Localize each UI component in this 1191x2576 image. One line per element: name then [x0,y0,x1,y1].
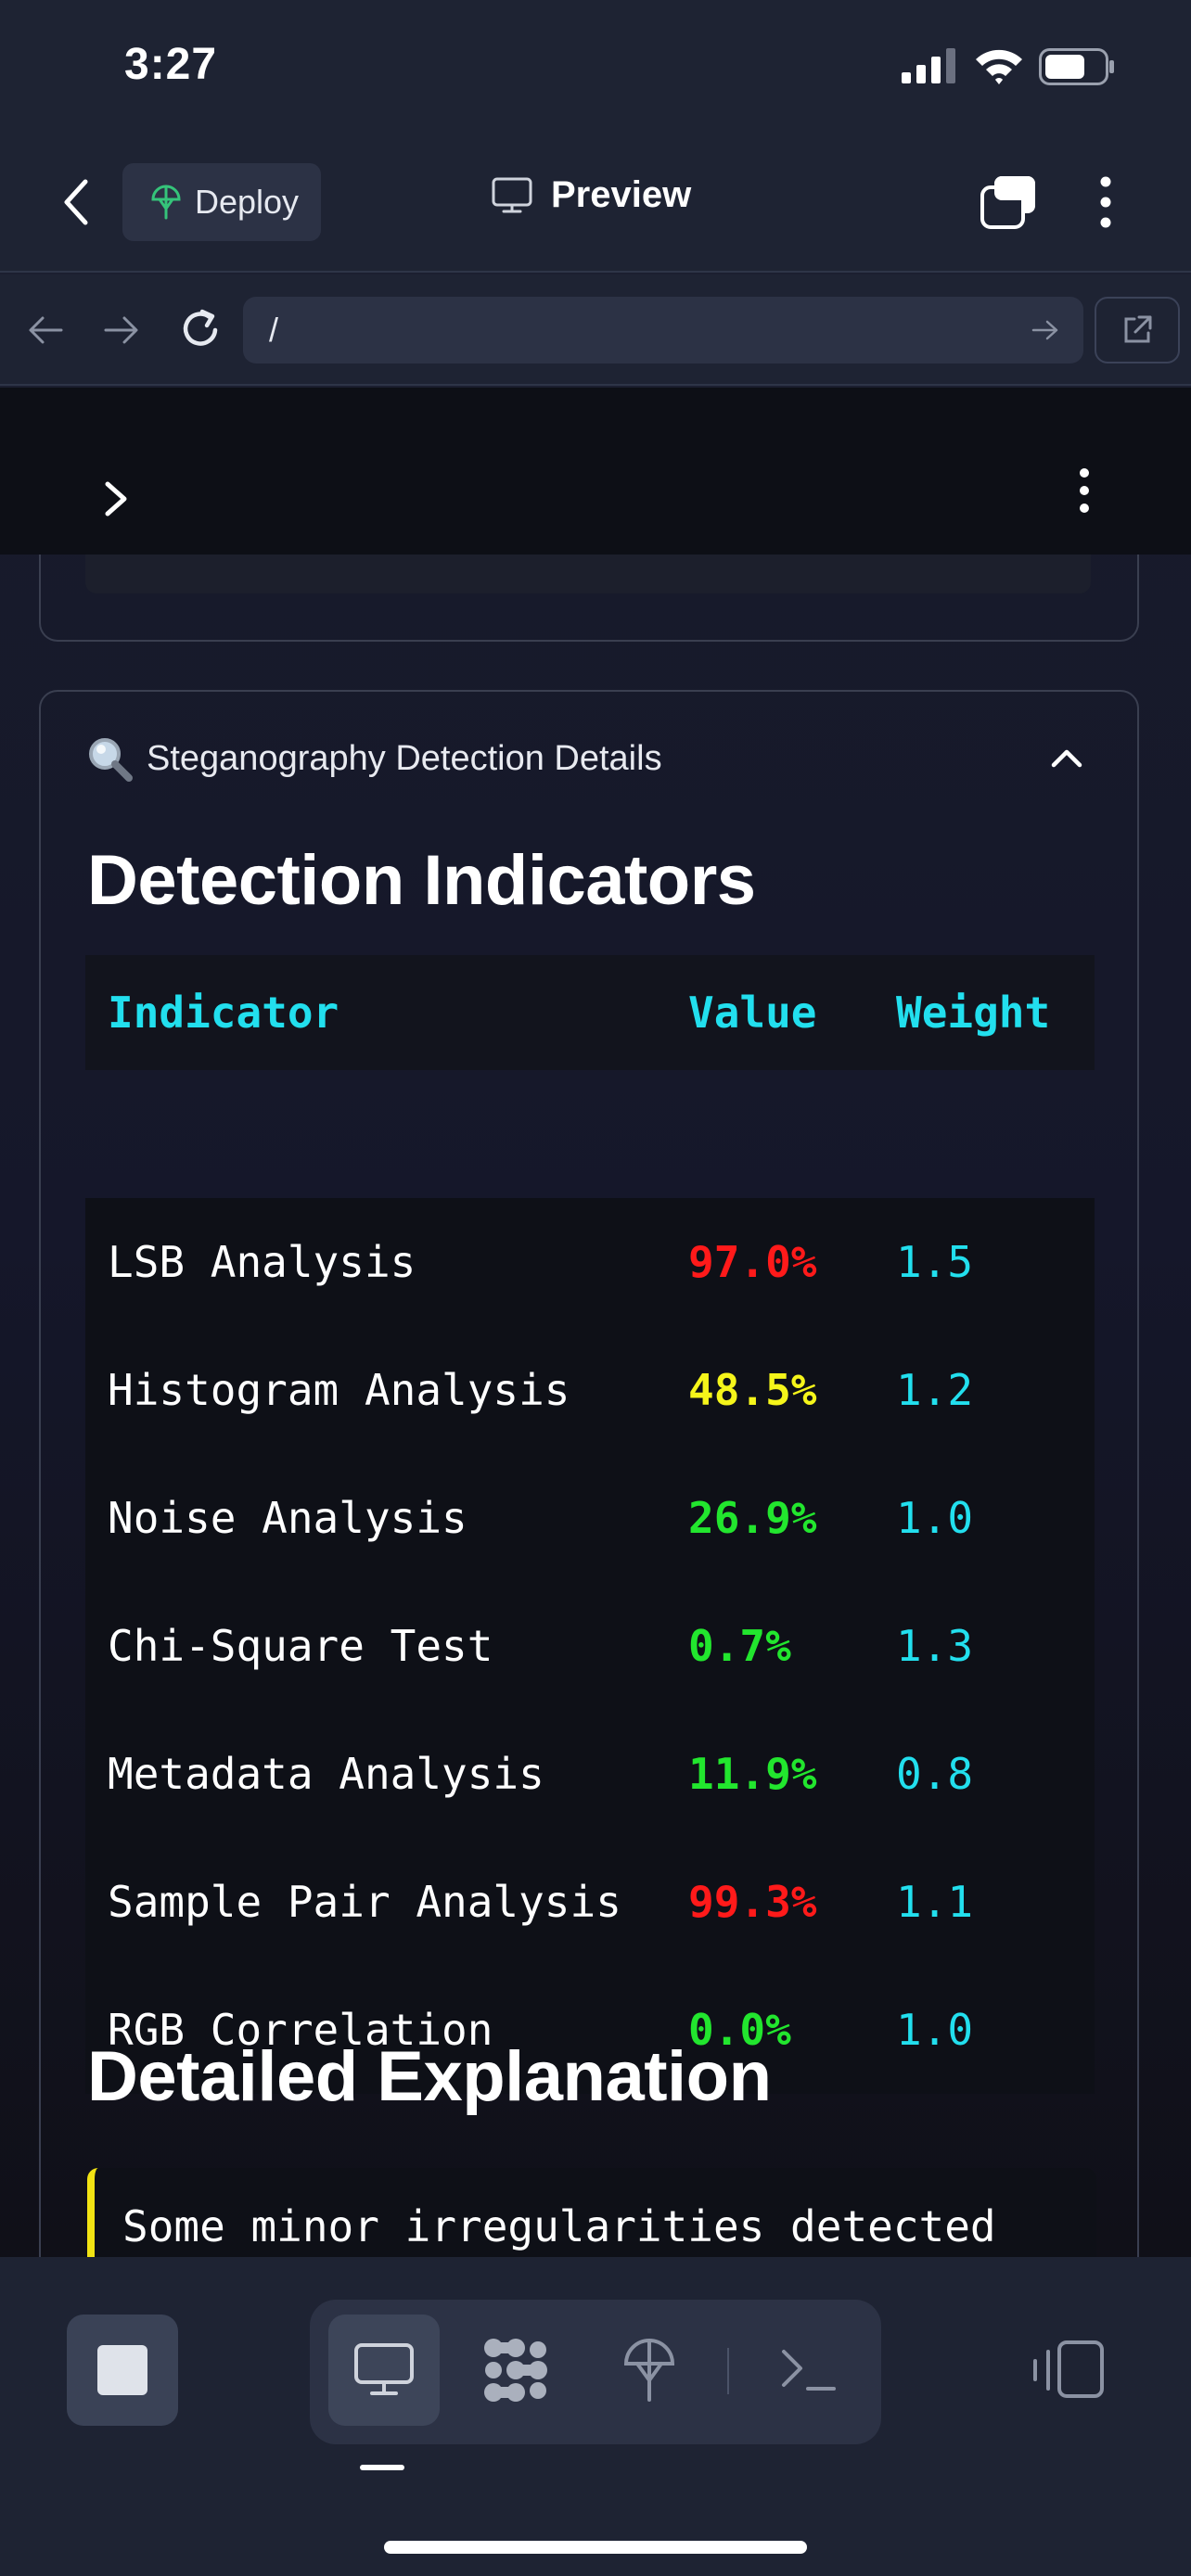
workflow-tool-button[interactable] [460,2315,571,2426]
tabs-icon[interactable] [980,174,1037,230]
chevron-up-icon[interactable] [1048,746,1085,770]
table-row: Noise Analysis 26.9% 1.0 [85,1454,1095,1582]
indicator-cell: Sample Pair Analysis [108,1877,621,1927]
table-header-row: Indicator Value Weight [85,955,1095,1070]
browser-forward-icon[interactable] [102,313,141,347]
indicator-cell: Histogram Analysis [108,1365,570,1415]
preview-title: Preview [492,174,691,216]
header-indicator: Indicator [108,988,339,1038]
weight-cell: 1.2 [896,1365,974,1415]
table-row: Histogram Analysis 48.5% 1.2 [85,1326,1095,1454]
preview-tool-button[interactable] [328,2315,440,2426]
value-cell: 99.3% [688,1877,817,1927]
detection-details-expander: Steganography Detection Details Detectio… [39,690,1139,2257]
deploy-umbrella-icon [151,185,181,220]
weight-cell: 0.8 [896,1749,974,1799]
weight-cell: 1.1 [896,1877,974,1927]
page-viewport[interactable]: Steganography Detection Details Detectio… [0,388,1191,2257]
expander-header[interactable]: Steganography Detection Details [85,734,662,783]
table-row: Sample Pair Analysis 99.3% 1.1 [85,1838,1095,1966]
stop-icon [97,2345,147,2395]
value-cell: 0.7% [688,1621,791,1671]
weight-cell: 1.0 [896,1493,974,1543]
nodes-grid-icon [484,2339,547,2402]
indicator-cell: Noise Analysis [108,1493,467,1543]
reload-icon[interactable] [178,306,224,352]
table-row: Chi-Square Test 0.7% 1.3 [85,1582,1095,1710]
back-chevron-icon[interactable] [58,176,95,228]
value-cell: 26.9% [688,1493,817,1543]
stop-button[interactable] [67,2315,178,2426]
expander-title: Steganography Detection Details [147,738,662,778]
battery-icon [1039,48,1114,85]
url-text: / [269,311,279,349]
table-row: LSB Analysis 97.0% 1.5 [85,1198,1095,1326]
header-value: Value [688,988,817,1038]
more-options-icon[interactable] [1095,174,1117,230]
status-time: 3:27 [124,40,218,89]
previous-card-content [85,555,1091,593]
preview-label: Preview [551,174,692,215]
indicators-table: Indicator Value Weight LSB Analysis 97.0%… [85,955,1095,2094]
external-link-icon [1124,315,1152,343]
monitor-icon [354,2343,414,2395]
indicators-heading: Detection Indicators [87,841,756,920]
indicator-cell: LSB Analysis [108,1237,416,1287]
value-cell: 11.9% [688,1749,817,1799]
home-indicator [384,2541,807,2554]
device-layout-icon[interactable] [1030,2337,1108,2404]
explanation-callout: Some minor irregularities detected [87,2168,1096,2257]
toolbar-divider [727,2348,729,2394]
browser-back-icon[interactable] [26,313,65,347]
open-external-button[interactable] [1095,297,1180,363]
magnifier-emoji-icon [89,738,133,782]
monitor-icon [492,177,532,212]
weight-cell: 1.5 [896,1237,974,1287]
wifi-icon [976,49,1022,84]
cellular-signal-icon [902,48,955,83]
explanation-heading: Detailed Explanation [87,2037,772,2116]
explanation-text: Some minor irregularities detected [122,2201,996,2251]
active-tab-indicator [360,2465,404,2470]
url-input[interactable]: / [243,297,1083,363]
app-menu-icon[interactable] [1074,467,1095,514]
app-header [0,388,1191,555]
indicator-cell: Metadata Analysis [108,1749,544,1799]
deploy-umbrella-icon [623,2339,675,2402]
shell-tool-button[interactable] [753,2315,864,2426]
table-row: Metadata Analysis 11.9% 0.8 [85,1710,1095,1838]
value-cell: 48.5% [688,1365,817,1415]
deploy-label: Deploy [195,183,300,221]
header-weight: Weight [896,988,1051,1038]
weight-cell: 1.0 [896,2005,974,2055]
deploy-button[interactable]: Deploy [122,163,321,241]
terminal-icon [782,2350,836,2391]
sidebar-toggle-icon[interactable] [100,478,134,519]
weight-cell: 1.3 [896,1621,974,1671]
value-cell: 97.0% [688,1237,817,1287]
go-arrow-icon[interactable] [1031,317,1059,343]
deploy-tool-button[interactable] [594,2315,705,2426]
indicator-cell: Chi-Square Test [108,1621,493,1671]
